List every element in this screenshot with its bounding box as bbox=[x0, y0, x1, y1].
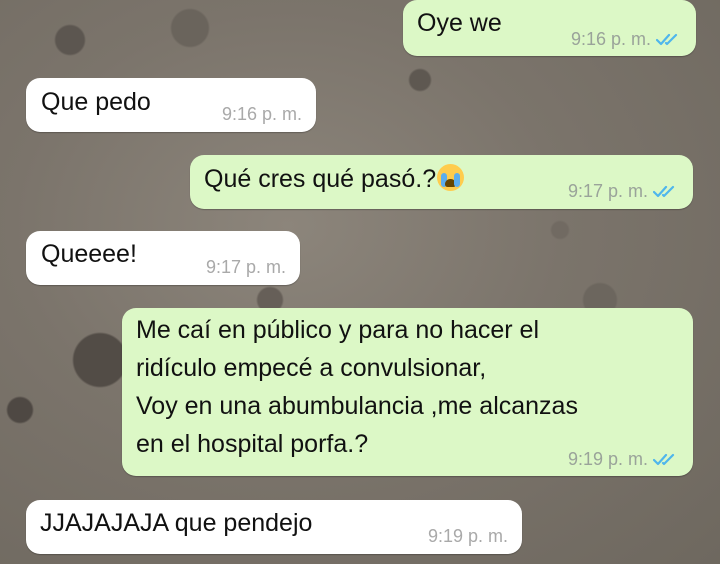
message-time: 9:17 p. m. bbox=[205, 257, 286, 277]
message-time: 9:19 p. m. bbox=[567, 449, 648, 469]
message-text: Oye we bbox=[417, 9, 502, 37]
double-check-icon bbox=[656, 33, 678, 45]
message-bubble-outgoing[interactable]: Qué cres qué pasó.? 9:17 p. m. bbox=[190, 155, 693, 209]
message-time: 9:16 p. m. bbox=[570, 29, 651, 49]
message-bubble-incoming[interactable]: JJAJAJAJA que pendejo 9:19 p. m. bbox=[26, 500, 522, 554]
message-text: Qué cres qué pasó.? bbox=[204, 160, 465, 198]
message-bubble-incoming[interactable]: Que pedo 9:16 p. m. bbox=[26, 78, 316, 132]
double-check-icon bbox=[653, 185, 675, 197]
message-text: Queeee! bbox=[41, 240, 137, 268]
message-time: 9:16 p. m. bbox=[221, 104, 302, 124]
message-time: 9:19 p. m. bbox=[427, 526, 508, 546]
message-meta: 9:17 p. m. bbox=[206, 257, 286, 278]
message-meta: 9:16 p. m. bbox=[222, 104, 302, 125]
message-meta: 9:17 p. m. bbox=[568, 181, 679, 202]
message-bubble-outgoing[interactable]: Me caí en público y para no hacer el rid… bbox=[122, 308, 693, 476]
message-bubble-incoming[interactable]: Queeee! 9:17 p. m. bbox=[26, 231, 300, 285]
message-meta: 9:19 p. m. bbox=[568, 449, 679, 470]
message-time: 9:17 p. m. bbox=[567, 181, 648, 201]
message-meta: 9:19 p. m. bbox=[428, 526, 508, 547]
message-text-content: Qué cres qué pasó.? bbox=[204, 165, 437, 193]
message-text: JJAJAJAJA que pendejo bbox=[40, 509, 313, 537]
double-check-icon bbox=[653, 453, 675, 465]
message-text: Me caí en público y para no hacer el rid… bbox=[136, 316, 578, 458]
chat-conversation: Oye we 9:16 p. m. Que pedo 9:16 p. m. Qu… bbox=[0, 0, 720, 564]
crying-face-emoji-icon bbox=[437, 164, 465, 191]
message-meta: 9:16 p. m. bbox=[571, 29, 682, 50]
message-text: Que pedo bbox=[41, 88, 151, 116]
message-bubble-outgoing[interactable]: Oye we 9:16 p. m. bbox=[403, 0, 696, 56]
